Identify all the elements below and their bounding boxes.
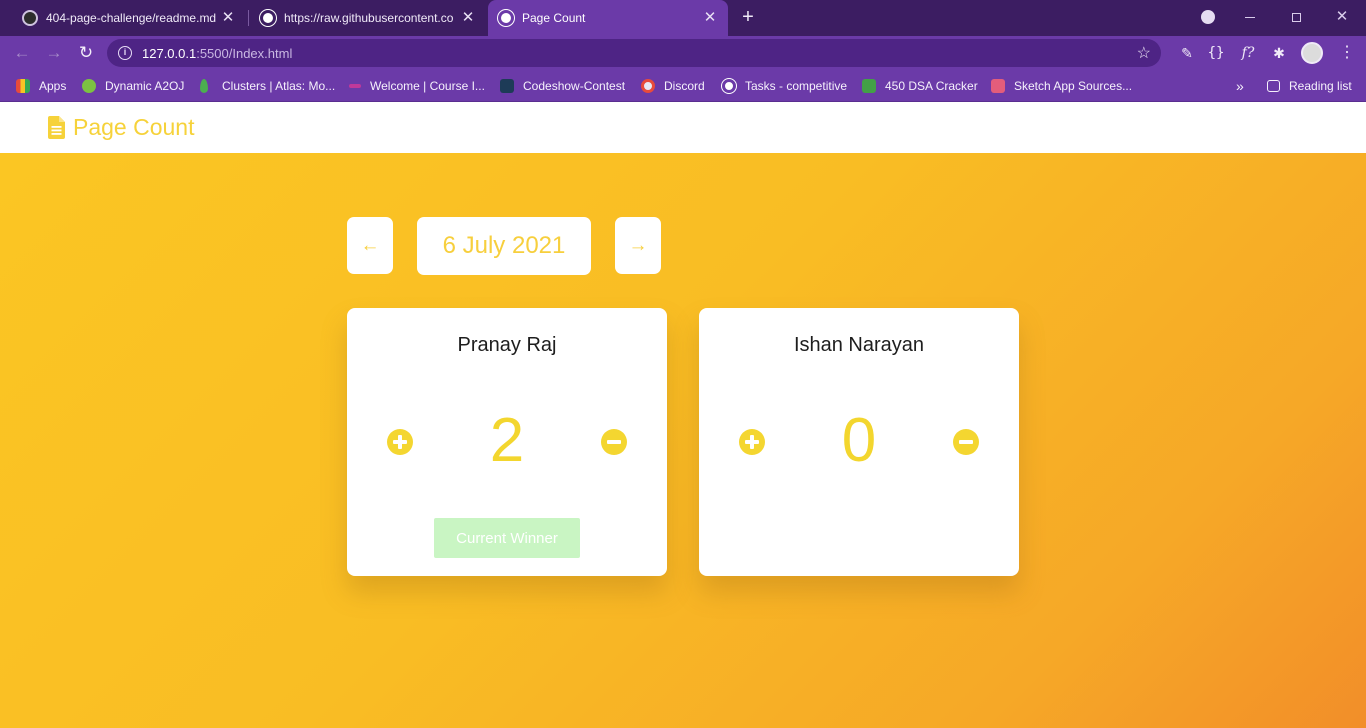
url-host: 127.0.0.1 xyxy=(142,46,197,61)
document-icon xyxy=(48,116,65,139)
bookmark-star-icon[interactable]: ☆ xyxy=(1137,43,1151,63)
url-text[interactable]: 127.0.0.1:5500/Index.html xyxy=(142,46,292,61)
bookmark-atlas-clusters[interactable]: Clusters | Atlas: Mo... xyxy=(200,76,335,96)
close-icon[interactable]: ✕ xyxy=(220,10,236,26)
bookmark-sketch[interactable]: Sketch App Sources... xyxy=(991,76,1132,96)
bookmark-label: Discord xyxy=(664,79,705,93)
bookmark-label: Codeshow-Contest xyxy=(523,79,626,93)
globe-icon xyxy=(260,10,276,26)
sketch-icon xyxy=(991,79,1005,93)
tab-raw-github[interactable]: https://raw.githubusercontent.co ✕ xyxy=(250,0,486,36)
bookmark-tasks[interactable]: Tasks - competitive xyxy=(722,76,847,96)
dsa-icon xyxy=(862,79,876,93)
bookmark-label: Welcome | Course I... xyxy=(370,79,485,93)
minus-icon xyxy=(959,440,973,444)
browser-menu-icon[interactable]: ⋮ xyxy=(1336,43,1358,63)
tab-page-count[interactable]: Page Count ✕ xyxy=(488,0,728,36)
tab-title: https://raw.githubusercontent.co xyxy=(284,11,454,25)
address-bar[interactable]: i 127.0.0.1:5500/Index.html ☆ xyxy=(107,39,1161,67)
restore-icon[interactable] xyxy=(1284,6,1308,28)
extensions-puzzle-icon[interactable]: ✱ xyxy=(1268,43,1290,63)
player-name: Pranay Raj xyxy=(457,334,557,356)
arrow-right-icon: → xyxy=(628,234,648,256)
back-icon[interactable]: ← xyxy=(10,41,34,65)
minus-icon xyxy=(607,440,621,444)
decrement-button[interactable] xyxy=(601,429,627,455)
globe-icon xyxy=(498,10,514,26)
app-title: Page Count xyxy=(73,114,195,140)
profile-menu-icon[interactable] xyxy=(1196,6,1220,28)
reading-list-label: Reading list xyxy=(1289,79,1352,93)
app-brand[interactable]: Page Count xyxy=(48,114,194,141)
bookmark-course[interactable]: Welcome | Course I... xyxy=(349,76,485,96)
apps-grid-icon xyxy=(16,79,30,93)
mongodb-leaf-icon xyxy=(200,79,208,93)
new-tab-button[interactable]: + xyxy=(738,7,758,27)
url-path: :5500/Index.html xyxy=(196,46,293,61)
extension-function-icon[interactable]: f? xyxy=(1237,43,1259,63)
forward-icon[interactable]: → xyxy=(42,41,66,65)
bookmark-dynamic-a2oj[interactable]: Dynamic A2OJ xyxy=(82,76,184,96)
player-name: Ishan Narayan xyxy=(793,334,925,356)
tab-divider xyxy=(248,10,249,26)
minimize-icon[interactable] xyxy=(1238,6,1262,28)
reading-list-button[interactable]: Reading list xyxy=(1267,76,1352,96)
current-date: 6 July 2021 xyxy=(417,217,591,275)
close-icon[interactable]: ✕ xyxy=(702,10,718,26)
current-winner-badge: Current Winner xyxy=(434,518,580,558)
github-icon xyxy=(22,10,38,26)
tab-title: 404-page-challenge/readme.md xyxy=(46,11,216,25)
tab-readme[interactable]: 404-page-challenge/readme.md ✕ xyxy=(14,0,246,36)
browser-toolbar: ← → ↻ i 127.0.0.1:5500/Index.html ☆ ✎ {}… xyxy=(0,36,1366,70)
tab-strip: 404-page-challenge/readme.md ✕ https://r… xyxy=(0,0,1366,36)
reload-icon[interactable]: ↻ xyxy=(74,41,98,65)
arrow-left-icon: ← xyxy=(360,234,380,256)
reading-list-icon xyxy=(1267,80,1280,92)
next-day-button[interactable]: → xyxy=(615,217,661,274)
previous-day-button[interactable]: ← xyxy=(347,217,393,274)
player-card: Ishan Narayan 0 xyxy=(699,308,1019,576)
course-icon xyxy=(349,84,361,88)
bookmark-label: 450 DSA Cracker xyxy=(885,79,978,93)
bookmarks-overflow-button[interactable]: » xyxy=(1236,76,1244,96)
extension-braces-icon[interactable]: {} xyxy=(1205,43,1227,63)
bookmark-label: Apps xyxy=(39,79,67,93)
bookmarks-bar: Apps Dynamic A2OJ Clusters | Atlas: Mo..… xyxy=(0,70,1366,102)
bookmark-label: Sketch App Sources... xyxy=(1014,79,1133,93)
a2oj-icon xyxy=(82,79,96,93)
bookmark-label: Clusters | Atlas: Mo... xyxy=(222,79,336,93)
globe-icon xyxy=(722,79,736,93)
extension-pen-icon[interactable]: ✎ xyxy=(1176,43,1198,63)
bookmark-dsa-cracker[interactable]: 450 DSA Cracker xyxy=(862,76,978,96)
main-content: ← 6 July 2021 → Pranay Raj 2 Current Win… xyxy=(0,153,1366,728)
player-card: Pranay Raj 2 Current Winner xyxy=(347,308,667,576)
bookmark-discord[interactable]: Discord xyxy=(641,76,705,96)
discord-icon xyxy=(641,79,655,93)
bookmark-apps[interactable]: Apps xyxy=(16,76,66,96)
site-info-icon[interactable]: i xyxy=(118,46,132,60)
app-header: Page Count xyxy=(0,103,1366,153)
codeshow-icon xyxy=(500,79,514,93)
window-close-icon[interactable]: ✕ xyxy=(1330,6,1354,28)
decrement-button[interactable] xyxy=(953,429,979,455)
bookmark-codeshow[interactable]: Codeshow-Contest xyxy=(500,76,625,96)
bookmark-label: Dynamic A2OJ xyxy=(105,79,185,93)
close-icon[interactable]: ✕ xyxy=(460,10,476,26)
profile-avatar[interactable] xyxy=(1301,42,1323,64)
tab-title: Page Count xyxy=(522,11,586,25)
bookmark-label: Tasks - competitive xyxy=(745,79,848,93)
